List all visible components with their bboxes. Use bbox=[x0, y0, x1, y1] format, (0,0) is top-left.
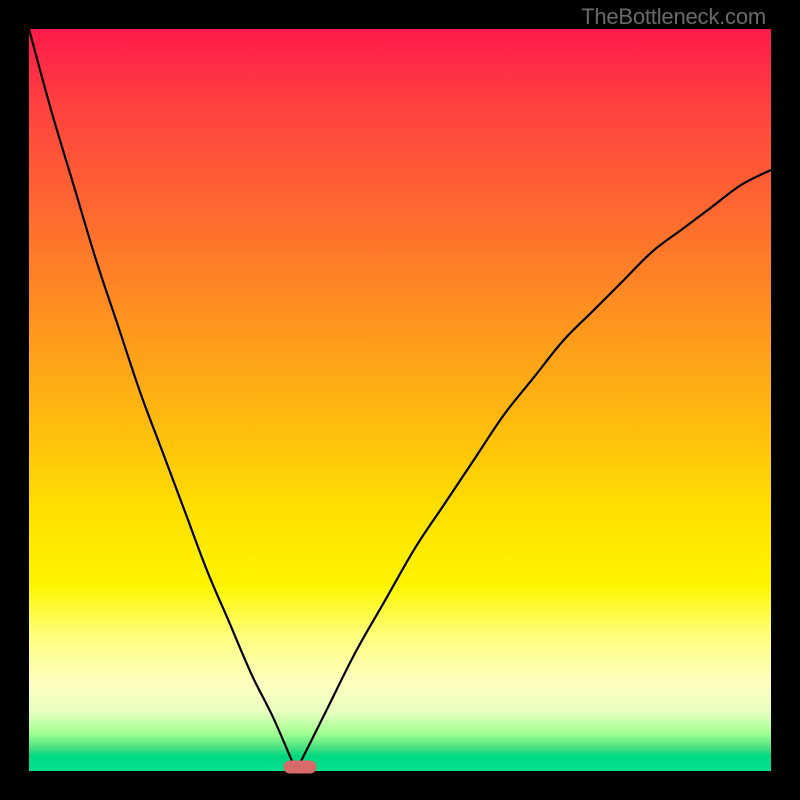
curve-left-branch bbox=[29, 29, 296, 771]
optimum-marker bbox=[283, 761, 316, 774]
plot-area bbox=[29, 29, 771, 771]
chart-frame: TheBottleneck.com bbox=[0, 0, 800, 800]
attribution-text: TheBottleneck.com bbox=[581, 4, 766, 30]
bottleneck-curve bbox=[29, 29, 771, 771]
curve-right-branch bbox=[296, 170, 771, 771]
